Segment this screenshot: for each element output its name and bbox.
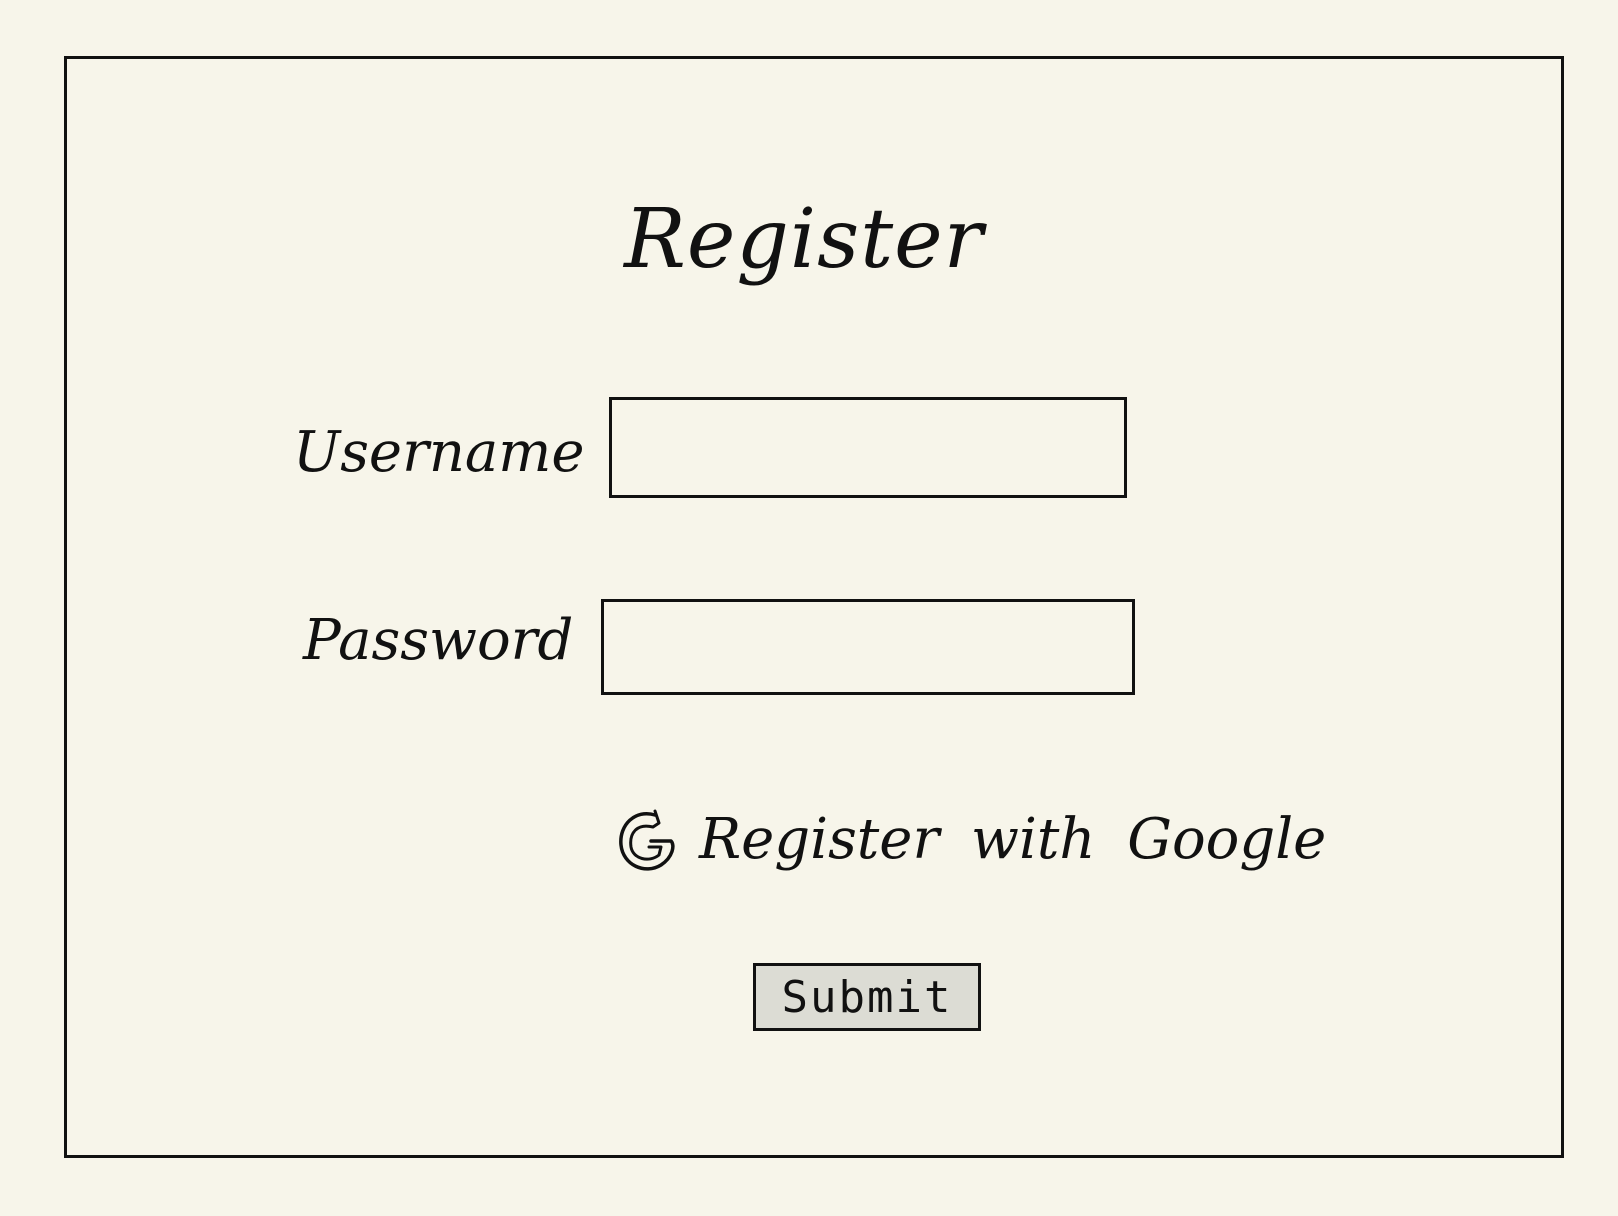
register-form-panel: Register Username Password Register with… bbox=[64, 56, 1564, 1158]
google-g-icon bbox=[619, 809, 675, 871]
register-with-google-button[interactable]: Register with Google bbox=[615, 803, 1326, 877]
username-input[interactable] bbox=[609, 397, 1127, 498]
register-with-google-label: Register with Google bbox=[699, 807, 1327, 872]
submit-button[interactable]: Submit bbox=[753, 963, 981, 1031]
password-label: Password bbox=[303, 608, 574, 673]
username-label: Username bbox=[293, 420, 585, 485]
password-input[interactable] bbox=[601, 599, 1135, 695]
page-title: Register bbox=[624, 192, 984, 287]
